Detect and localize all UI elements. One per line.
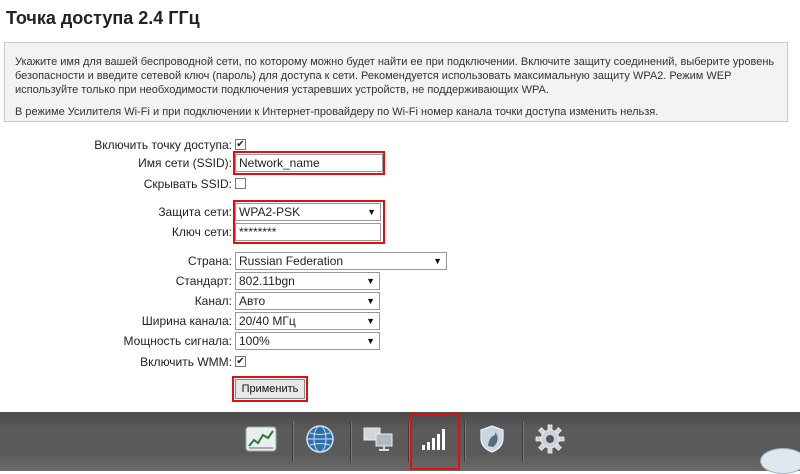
chevron-down-icon: ▼ [366, 296, 375, 306]
wmm-checkbox[interactable]: ✔ [235, 356, 246, 367]
nav-divider [408, 422, 409, 462]
row-country: Страна: Russian Federation ▼ [0, 252, 800, 270]
channel-label: Канал: [194, 294, 232, 308]
row-ssid: Имя сети (SSID): Network_name [0, 154, 800, 172]
bandwidth-select-value: 20/40 МГц [239, 314, 296, 328]
page-title: Точка доступа 2.4 ГГц [6, 8, 200, 28]
country-select-value: Russian Federation [239, 254, 344, 268]
nav-divider [292, 422, 293, 462]
info-paragraph-1: Укажите имя для вашей беспроводной сети,… [15, 56, 775, 96]
globe-icon [305, 424, 335, 459]
brand-logo [760, 448, 800, 474]
nav-item-home-network[interactable] [354, 418, 402, 464]
nav-divider [350, 422, 351, 462]
row-key: Ключ сети: ******** [0, 223, 800, 241]
standard-select[interactable]: 802.11bgn ▼ [235, 272, 380, 290]
ssid-highlight [233, 151, 385, 175]
info-paragraph-2: В режиме Усилителя Wi-Fi и при подключен… [15, 106, 659, 118]
shield-icon [479, 424, 505, 459]
wmm-label: Включить WMM: [140, 355, 232, 369]
nav-item-stats[interactable] [237, 418, 285, 464]
channel-select[interactable]: Авто ▼ [235, 292, 380, 310]
hide-ssid-checkbox[interactable] [235, 178, 246, 189]
country-select[interactable]: Russian Federation ▼ [235, 252, 447, 270]
nav-item-system[interactable] [526, 418, 574, 464]
row-standard: Стандарт: 802.11bgn ▼ [0, 272, 800, 290]
channel-select-value: Авто [239, 294, 266, 308]
nav-item-security[interactable] [468, 418, 516, 464]
chart-icon [245, 426, 277, 457]
bottom-nav-bar [0, 412, 800, 471]
row-enable-ap: Включить точку доступа: ✔ [0, 136, 800, 154]
power-select[interactable]: 100% ▼ [235, 332, 380, 350]
nav-item-internet[interactable] [296, 418, 344, 464]
security-highlight [233, 200, 385, 244]
country-label: Страна: [187, 254, 232, 268]
chevron-down-icon: ▼ [433, 256, 442, 266]
network-computers-icon [362, 425, 394, 458]
power-select-value: 100% [239, 334, 270, 348]
security-label: Защита сети: [158, 205, 232, 219]
info-box: Укажите имя для вашей беспроводной сети,… [4, 42, 788, 122]
row-power: Мощность сигнала: 100% ▼ [0, 332, 800, 350]
enable-ap-checkbox[interactable]: ✔ [235, 139, 246, 150]
row-bandwidth: Ширина канала: 20/40 МГц ▼ [0, 312, 800, 330]
row-hide-ssid: Скрывать SSID: [0, 175, 800, 193]
row-wmm: Включить WMM: ✔ [0, 353, 800, 371]
gear-icon [535, 424, 565, 459]
wifi-nav-highlight [410, 414, 460, 470]
bandwidth-label: Ширина канала: [141, 314, 232, 328]
standard-label: Стандарт: [175, 274, 232, 288]
standard-select-value: 802.11bgn [239, 274, 295, 288]
chevron-down-icon: ▼ [366, 316, 375, 326]
apply-highlight [232, 376, 308, 402]
bandwidth-select[interactable]: 20/40 МГц ▼ [235, 312, 380, 330]
chevron-down-icon: ▼ [366, 276, 375, 286]
row-channel: Канал: Авто ▼ [0, 292, 800, 310]
power-label: Мощность сигнала: [123, 334, 232, 348]
nav-divider [464, 422, 465, 462]
hide-ssid-label: Скрывать SSID: [143, 177, 232, 191]
chevron-down-icon: ▼ [366, 336, 375, 346]
nav-divider [522, 422, 523, 462]
ssid-label: Имя сети (SSID): [138, 156, 232, 170]
key-label: Ключ сети: [171, 225, 232, 239]
enable-ap-label: Включить точку доступа: [94, 138, 232, 152]
row-security: Защита сети: WPA2-PSK ▼ [0, 203, 800, 221]
